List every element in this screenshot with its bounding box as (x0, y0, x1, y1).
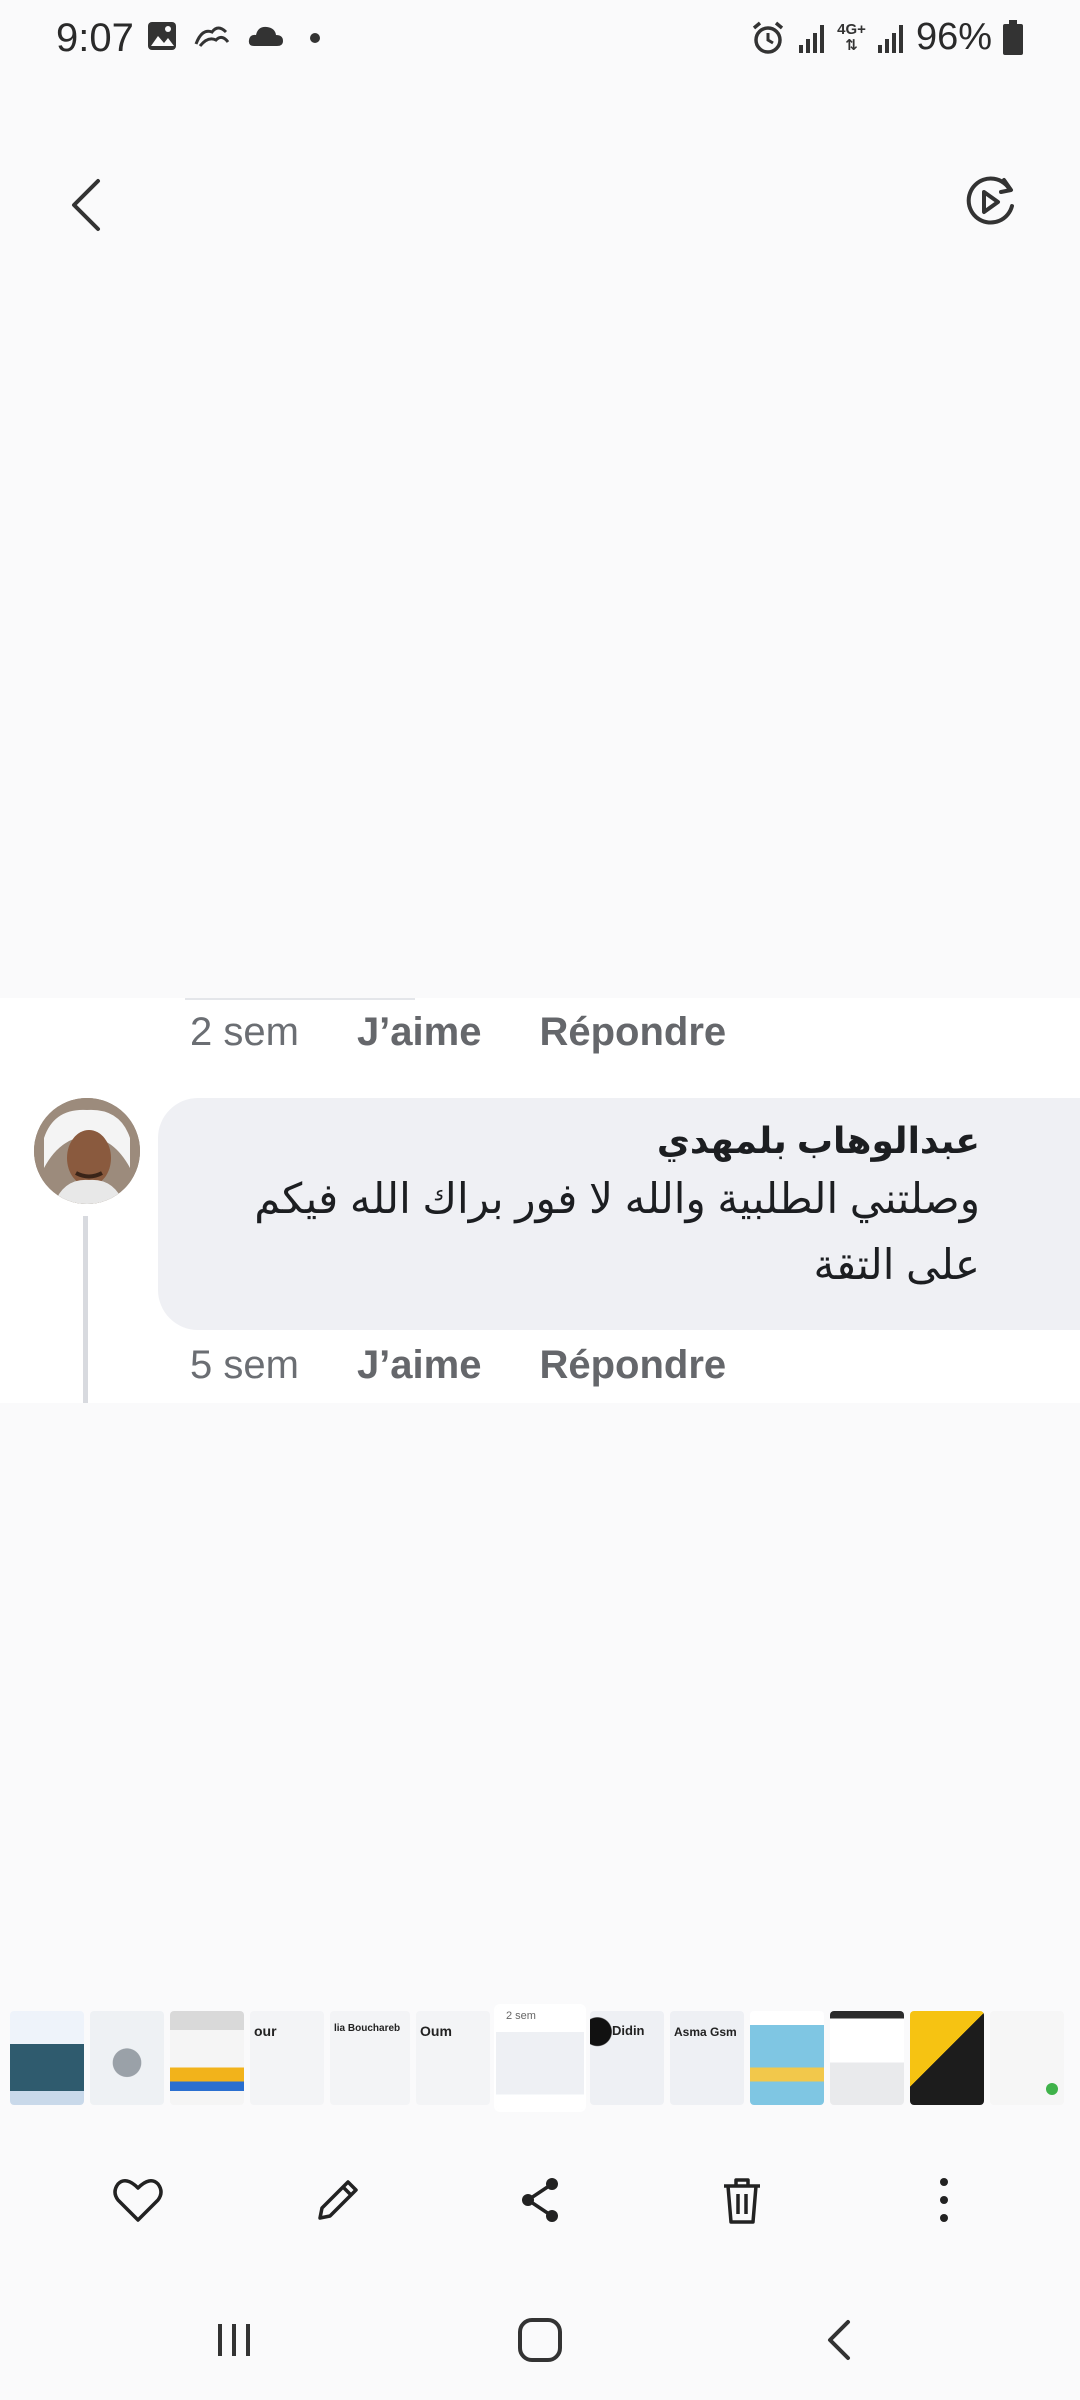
heart-icon[interactable] (110, 2172, 166, 2228)
gallery-icon (148, 22, 176, 50)
share-icon[interactable] (512, 2172, 568, 2228)
thumbnail[interactable] (750, 2011, 824, 2105)
alarm-icon (753, 21, 784, 54)
reply-button: Répondre (539, 1010, 727, 1054)
thumbnail[interactable] (830, 2011, 904, 2105)
comment-author: عبدالوهاب بلمهدي (656, 1120, 980, 1161)
signal-icon (799, 24, 825, 53)
cloud-link-icon (194, 26, 230, 47)
trash-icon[interactable] (714, 2172, 770, 2228)
home-icon[interactable] (512, 2312, 568, 2368)
thumbnail[interactable]: Didin (590, 2011, 664, 2105)
dot-icon (310, 33, 320, 43)
chevron-left-icon[interactable] (62, 175, 112, 235)
network-icon: 4G+ ⇅ (837, 20, 866, 54)
previous-comment-actions: 2 sem J’aime Répondre (190, 1010, 726, 1055)
thumbnail[interactable] (990, 2011, 1064, 2105)
avatar (34, 1098, 140, 1204)
comment-time: 5 sem (190, 1343, 299, 1387)
thumbnail[interactable]: our (250, 2011, 324, 2105)
comment-bubble: عبدالوهاب بلمهدي وصلتني الطلبية والله لا… (158, 1098, 1080, 1330)
edit-icon[interactable] (310, 2172, 366, 2228)
thumbnail[interactable]: Asma Gsm (670, 2011, 744, 2105)
more-icon[interactable] (916, 2172, 972, 2228)
comment-time: 2 sem (190, 1010, 299, 1054)
comment-screenshot: 2 sem J’aime Répondre عبدالوهاب بلمهدي و… (0, 998, 1080, 1403)
like-button: J’aime (356, 1343, 482, 1387)
reply-button: Répondre (539, 1343, 727, 1387)
thumbnail-strip: our lia Bouchareb Oum 2 sem Didin Asma G… (0, 2006, 1080, 2110)
comment-actions: 5 sem J’aime Répondre (190, 1343, 726, 1388)
network-label: 4G+ (837, 20, 866, 38)
signal-icon-2 (877, 24, 903, 53)
thumbnail[interactable] (910, 2011, 984, 2105)
thumbnail-label: lia Bouchareb (334, 2023, 401, 2034)
dot-icon (1046, 2083, 1058, 2095)
system-nav-bar (0, 2300, 1080, 2380)
thumbnail-label: our (254, 2023, 277, 2039)
battery-percent: 96% (915, 16, 992, 58)
recents-icon[interactable] (206, 2312, 262, 2368)
back-nav-icon[interactable] (812, 2312, 868, 2368)
status-bar: 9:07 4G+ ⇅ 96% (0, 0, 1080, 80)
thumbnail-current[interactable]: 2 sem (496, 2006, 584, 2110)
battery-icon (1003, 19, 1023, 55)
thumbnail-label: Asma Gsm (674, 2025, 737, 2039)
thumbnail[interactable] (10, 2011, 84, 2105)
thread-line (83, 1216, 88, 1403)
divider (185, 998, 415, 1000)
thumbnail[interactable]: Oum (416, 2011, 490, 2105)
like-button: J’aime (356, 1010, 482, 1054)
status-time: 9:07 (56, 16, 134, 60)
comment-text: وصلتني الطلبية والله لا فور براك الله في… (254, 1175, 980, 1288)
bottom-action-bar (0, 2160, 1080, 2240)
cloud-icon (248, 26, 283, 46)
thumbnail[interactable] (170, 2011, 244, 2105)
thumbnail-label: 2 sem (506, 2010, 536, 2022)
thumbnail-label: Oum (420, 2023, 452, 2039)
thumbnail[interactable]: lia Bouchareb (330, 2011, 410, 2105)
thumbnail-label: Didin (612, 2023, 645, 2038)
motion-photo-icon[interactable] (960, 172, 1020, 232)
thumbnail[interactable] (90, 2011, 164, 2105)
top-bar (0, 160, 1080, 250)
